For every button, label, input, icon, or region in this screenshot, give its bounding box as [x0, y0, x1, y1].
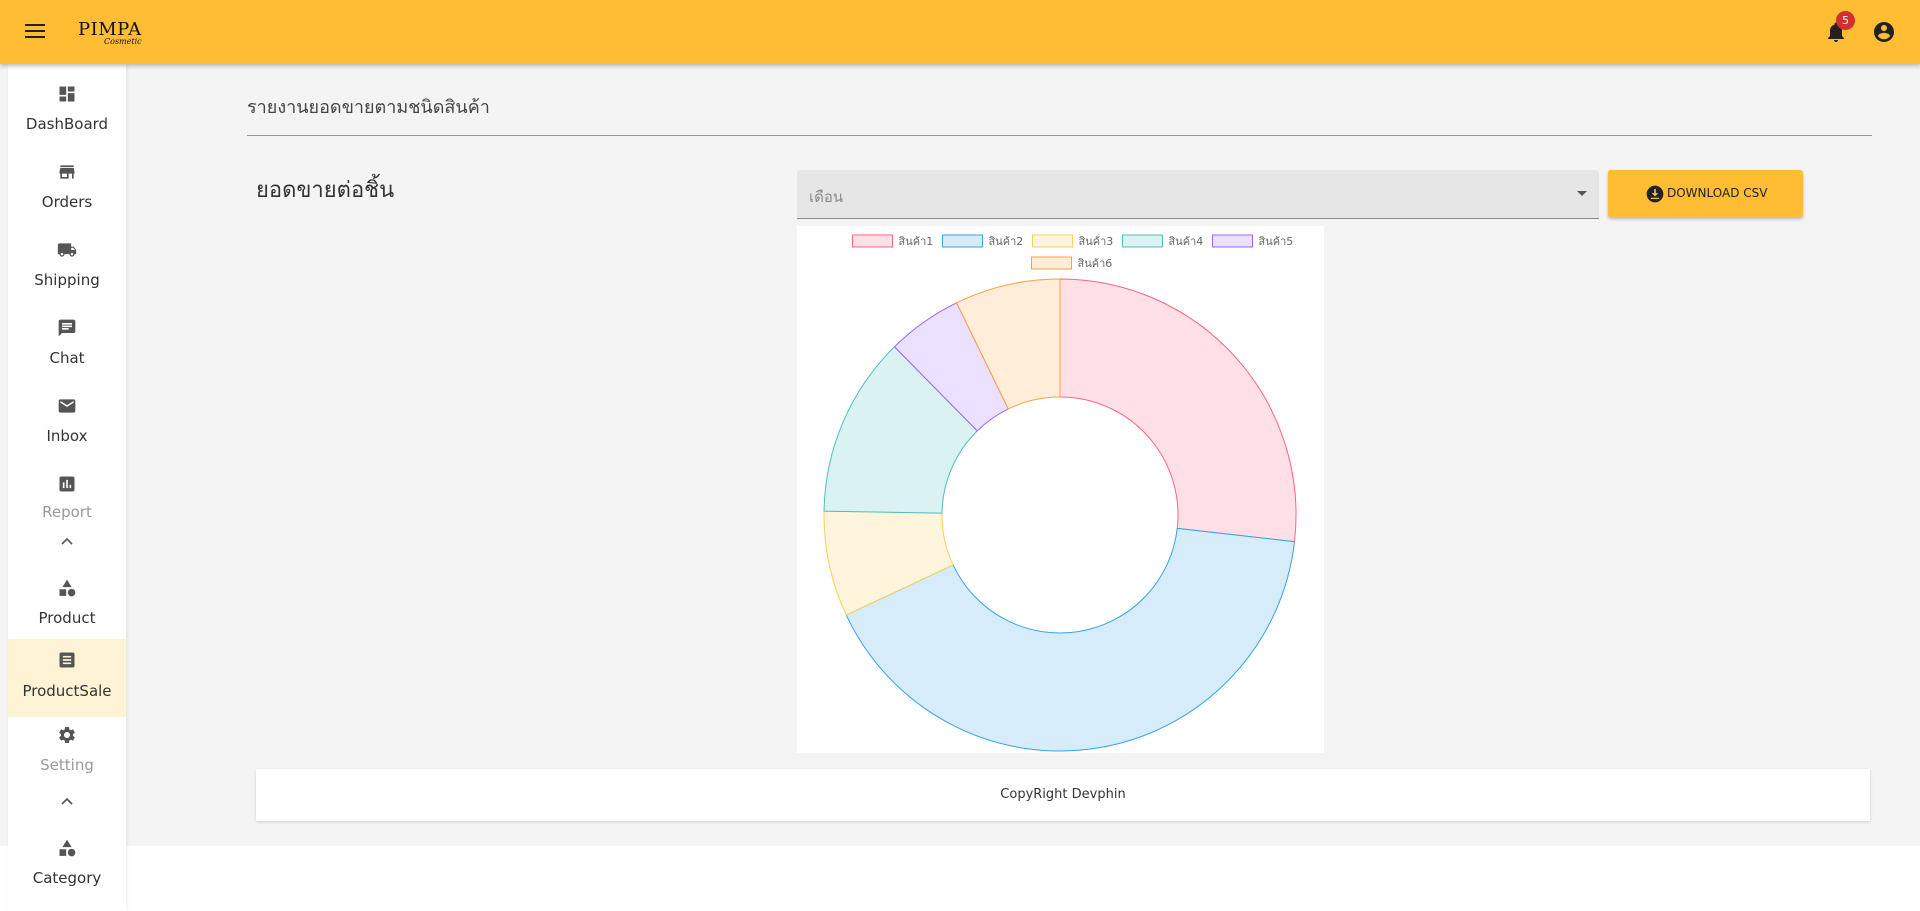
- sidebar-item-label: Orders: [41, 193, 93, 211]
- sidebar-item-dashboard[interactable]: DashBoard: [8, 74, 126, 152]
- sidebar: DashBoard Orders Shipping Chat Inbox Rep…: [8, 64, 126, 911]
- bar-chart-icon: [59, 476, 75, 492]
- month-select[interactable]: เดือน: [797, 170, 1599, 219]
- legend-label[interactable]: สินค้า5: [1258, 235, 1293, 248]
- legend-label[interactable]: สินค้า4: [1168, 235, 1203, 248]
- chat-icon: [58, 319, 76, 337]
- chevron-up-icon[interactable]: [59, 795, 75, 807]
- list-alt-icon: [59, 652, 75, 668]
- chevron-up-icon[interactable]: [59, 535, 75, 547]
- sidebar-item-report[interactable]: Report: [8, 464, 126, 542]
- sidebar-item-label: ProductSale: [22, 682, 112, 700]
- legend-label[interactable]: สินค้า1: [898, 235, 933, 248]
- shapes-icon: [59, 839, 76, 857]
- sidebar-item-orders[interactable]: Orders: [8, 152, 126, 230]
- doughnut-chart: สินค้า1 สินค้า2 สินค้า3 สินค้า4 สินค้า5 สินค้…: [823, 234, 1297, 752]
- brand-subtitle: Cosmetic: [104, 37, 142, 46]
- sidebar-item-label: Category: [32, 869, 102, 887]
- legend-swatch[interactable]: [852, 234, 893, 248]
- legend-swatch[interactable]: [1212, 234, 1253, 248]
- sidebar-item-label: DashBoard: [25, 115, 109, 133]
- sidebar-item-productsale[interactable]: ProductSale: [8, 639, 126, 717]
- gear-icon: [59, 727, 75, 743]
- legend-swatch[interactable]: [1122, 234, 1163, 248]
- store-icon: [59, 165, 75, 179]
- sidebar-item-inbox[interactable]: Inbox: [8, 386, 126, 464]
- footer: CopyRight Devphin: [256, 769, 1870, 821]
- legend-swatch[interactable]: [1032, 234, 1073, 248]
- page-title: รายงานยอดขายตามชนิดสินค้า: [247, 97, 490, 118]
- download-csv-label: DOWNLOAD CSV: [1667, 186, 1768, 200]
- sidebar-item-setting[interactable]: Setting: [8, 717, 126, 795]
- sidebar-item-label: Setting: [40, 756, 94, 774]
- sidebar-item-label: Chat: [49, 349, 85, 367]
- truck-icon: [57, 243, 77, 257]
- sidebar-item-category[interactable]: Category: [8, 828, 126, 906]
- mail-icon: [58, 399, 76, 413]
- footer-text: CopyRight Devphin: [1000, 787, 1126, 802]
- sidebar-item-label: Product: [38, 609, 96, 627]
- download-csv-button[interactable]: DOWNLOAD CSV: [1608, 170, 1803, 217]
- doughnut-chart-card: สินค้า1 สินค้า2 สินค้า3 สินค้า4 สินค้า5 สินค้…: [797, 226, 1324, 753]
- notification-badge: 5: [1836, 11, 1855, 30]
- title-divider: [247, 135, 1872, 136]
- sidebar-item-label: Shipping: [34, 271, 100, 289]
- download-icon: [1646, 185, 1664, 203]
- section-title: ยอดขายต่อชิ้น: [256, 178, 395, 203]
- sidebar-item-label: Report: [42, 503, 92, 521]
- account-circle-icon[interactable]: [1872, 20, 1896, 44]
- month-select-placeholder: เดือน: [809, 188, 844, 206]
- legend-swatch[interactable]: [1031, 256, 1072, 270]
- shapes-icon: [59, 579, 76, 597]
- dashboard-icon: [59, 86, 75, 102]
- brand-logo[interactable]: PIMPA Cosmetic: [78, 19, 148, 49]
- menu-icon[interactable]: [22, 20, 48, 44]
- legend-label[interactable]: สินค้า2: [988, 235, 1023, 248]
- sidebar-item-chat[interactable]: Chat: [8, 308, 126, 386]
- sidebar-item-shipping[interactable]: Shipping: [8, 230, 126, 308]
- legend-swatch[interactable]: [942, 234, 983, 248]
- chart-slice[interactable]: [1059, 278, 1297, 543]
- sidebar-item-product[interactable]: Product: [8, 568, 126, 646]
- sidebar-item-label: Inbox: [46, 427, 88, 445]
- legend-label[interactable]: สินค้า3: [1078, 235, 1113, 248]
- top-app-bar: PIMPA Cosmetic 5: [0, 0, 1920, 64]
- legend-label[interactable]: สินค้า6: [1077, 257, 1112, 270]
- dropdown-arrow-icon: [1577, 191, 1587, 196]
